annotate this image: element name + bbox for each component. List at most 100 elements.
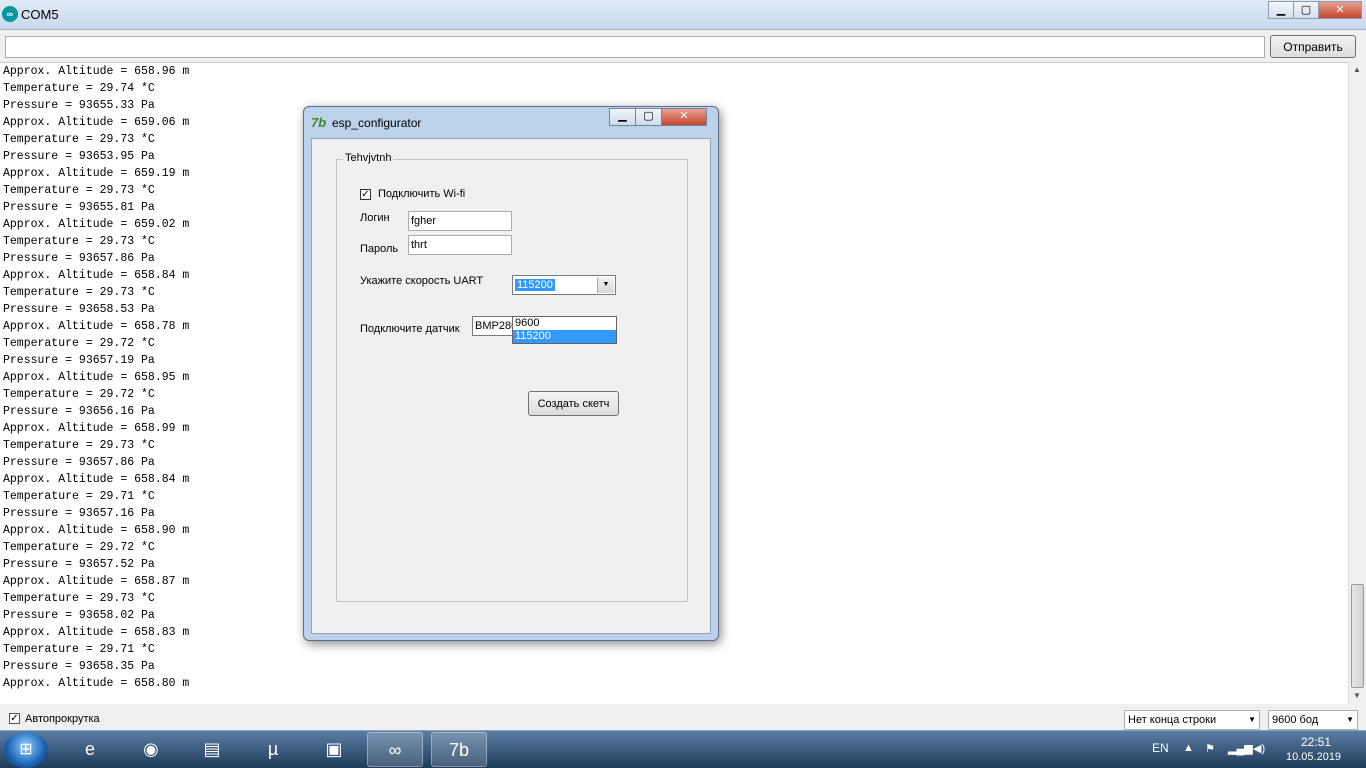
output-line: Pressure = 93655.81 Pa: [3, 201, 155, 214]
output-line: Temperature = 29.74 *C: [3, 82, 155, 95]
line-ending-value: Нет конца строки: [1128, 714, 1217, 726]
password-field[interactable]: thrt: [408, 235, 512, 255]
send-row: Отправить: [0, 31, 1366, 62]
output-line: Approx. Altitude = 658.95 m: [3, 371, 190, 384]
scroll-down-icon[interactable]: ▼: [1353, 691, 1361, 700]
output-line: Pressure = 93657.86 Pa: [3, 252, 155, 265]
output-line: Approx. Altitude = 658.96 m: [3, 65, 190, 78]
output-line: Approx. Altitude = 658.84 m: [3, 473, 190, 486]
window-title: COM5: [21, 7, 59, 22]
send-input[interactable]: [5, 36, 1265, 58]
window-caption-buttons: ▁ ▢ ✕: [1268, 1, 1362, 19]
arduino-icon: ∞: [2, 6, 18, 22]
arduino-taskbar-icon[interactable]: ∞: [367, 732, 423, 767]
sensor-label: Подключите датчик: [360, 323, 460, 335]
output-line: Pressure = 93657.52 Pa: [3, 558, 155, 571]
output-line: Temperature = 29.73 *C: [3, 184, 155, 197]
esp-configurator-taskbar-icon[interactable]: 7b: [431, 732, 487, 767]
internet-explorer-icon[interactable]: e: [62, 732, 118, 767]
clock-date[interactable]: 10.05.2019: [1286, 751, 1341, 763]
output-line: Pressure = 93658.35 Pa: [3, 660, 155, 673]
output-line: Pressure = 93658.53 Pa: [3, 303, 155, 316]
output-line: Temperature = 29.73 *C: [3, 235, 155, 248]
dialog-title: esp_configurator: [332, 116, 422, 130]
clock-time[interactable]: 22:51: [1301, 735, 1331, 749]
taskbar: ⊞ e ◉ ▤ µ ▣ ∞ 7b EN ▲ ⚑ ▂▄▆ ◀) 22:51 10.…: [0, 730, 1366, 768]
sensor-value: BMP280: [475, 320, 518, 332]
autoscroll-label: Автопрокрутка: [25, 713, 100, 725]
output-line: Temperature = 29.72 *C: [3, 388, 155, 401]
wifi-checkbox[interactable]: ✓: [360, 189, 371, 200]
send-button[interactable]: Отправить: [1270, 35, 1356, 58]
network-signal-icon[interactable]: ▂▄▆: [1228, 742, 1253, 755]
output-line: Approx. Altitude = 658.87 m: [3, 575, 190, 588]
uart-value: 115200: [515, 279, 555, 291]
dialog-caption-buttons: ▁ ▢ ✕: [609, 108, 707, 126]
output-line: Approx. Altitude = 658.99 m: [3, 422, 190, 435]
utorrent-icon[interactable]: µ: [245, 732, 301, 767]
output-line: Pressure = 93656.16 Pa: [3, 405, 155, 418]
output-line: Approx. Altitude = 659.19 m: [3, 167, 190, 180]
output-line: Approx. Altitude = 658.78 m: [3, 320, 190, 333]
dialog-maximize-button[interactable]: ▢: [635, 108, 662, 126]
output-line: Approx. Altitude = 658.84 m: [3, 269, 190, 282]
uart-label: Укажите скорость UART: [360, 275, 484, 287]
baud-value: 9600 бод: [1272, 714, 1319, 726]
uart-dropdown-list[interactable]: 9600 115200: [512, 316, 617, 344]
start-button[interactable]: ⊞: [4, 732, 48, 768]
bottom-row: ✓ Автопрокрутка Нет конца строки ▼ 9600 …: [0, 705, 1366, 730]
dialog-client-area: Tehvjvtnh ✓ Подключить Wi-fi Логин fgher…: [311, 138, 711, 634]
volume-icon[interactable]: ◀): [1253, 742, 1265, 755]
output-line: Temperature = 29.72 *C: [3, 541, 155, 554]
output-line: Approx. Altitude = 659.06 m: [3, 116, 190, 129]
output-line: Approx. Altitude = 658.90 m: [3, 524, 190, 537]
wifi-label: Подключить Wi-fi: [378, 188, 466, 200]
save-app-icon[interactable]: ▣: [306, 732, 362, 767]
dialog-minimize-button[interactable]: ▁: [609, 108, 636, 126]
chevron-down-icon: ▼: [1346, 715, 1354, 724]
output-line: Temperature = 29.72 *C: [3, 337, 155, 350]
esp-configurator-dialog: 7b esp_configurator ▁ ▢ ✕ Tehvjvtnh ✓ По…: [303, 106, 719, 641]
app-logo-icon: 7b: [311, 115, 327, 130]
output-line: Pressure = 93657.19 Pa: [3, 354, 155, 367]
line-ending-select[interactable]: Нет конца строки ▼: [1124, 710, 1260, 730]
output-line: Pressure = 93653.95 Pa: [3, 150, 155, 163]
file-explorer-icon[interactable]: ▤: [184, 732, 240, 767]
dialog-close-button[interactable]: ✕: [661, 108, 707, 126]
maximize-button[interactable]: ▢: [1293, 1, 1319, 19]
window-titlebar: ∞ COM5 ▁ ▢ ✕: [0, 0, 1366, 30]
chevron-down-icon: ▼: [597, 277, 614, 293]
output-line: Temperature = 29.73 *C: [3, 286, 155, 299]
scroll-up-icon[interactable]: ▲: [1353, 65, 1361, 74]
output-line: Approx. Altitude = 659.02 m: [3, 218, 190, 231]
output-line: Pressure = 93655.33 Pa: [3, 99, 155, 112]
output-line: Temperature = 29.73 *C: [3, 439, 155, 452]
output-line: Temperature = 29.73 *C: [3, 133, 155, 146]
input-language[interactable]: EN: [1152, 741, 1169, 755]
login-label: Логин: [360, 212, 390, 224]
uart-select[interactable]: 115200 ▼: [512, 275, 616, 295]
chevron-down-icon: ▼: [1248, 715, 1256, 724]
scrollbar-thumb[interactable]: [1351, 584, 1364, 688]
baud-select[interactable]: 9600 бод ▼: [1268, 710, 1358, 730]
action-center-icon[interactable]: ⚑: [1205, 742, 1215, 755]
create-sketch-button[interactable]: Создать скетч: [528, 391, 619, 416]
tray-expand-icon[interactable]: ▲: [1183, 742, 1194, 754]
output-line: Approx. Altitude = 658.83 m: [3, 626, 190, 639]
autoscroll-checkbox[interactable]: ✓: [9, 713, 20, 724]
output-line: Pressure = 93657.16 Pa: [3, 507, 155, 520]
settings-groupbox: Tehvjvtnh ✓ Подключить Wi-fi Логин fgher…: [336, 152, 688, 602]
output-line: Temperature = 29.71 *C: [3, 490, 155, 503]
chrome-icon[interactable]: ◉: [123, 732, 179, 767]
output-line: Approx. Altitude = 658.80 m: [3, 677, 190, 690]
password-label: Пароль: [360, 243, 399, 255]
output-scrollbar[interactable]: ▲ ▼: [1348, 62, 1366, 704]
close-button[interactable]: ✕: [1318, 1, 1362, 19]
output-line: Pressure = 93658.02 Pa: [3, 609, 155, 622]
minimize-button[interactable]: ▁: [1268, 1, 1294, 19]
uart-option-115200[interactable]: 115200: [513, 330, 616, 343]
output-line: Temperature = 29.71 *C: [3, 643, 155, 656]
login-field[interactable]: fgher: [408, 211, 512, 231]
uart-option-9600[interactable]: 9600: [513, 317, 616, 330]
output-line: Temperature = 29.73 *C: [3, 592, 155, 605]
